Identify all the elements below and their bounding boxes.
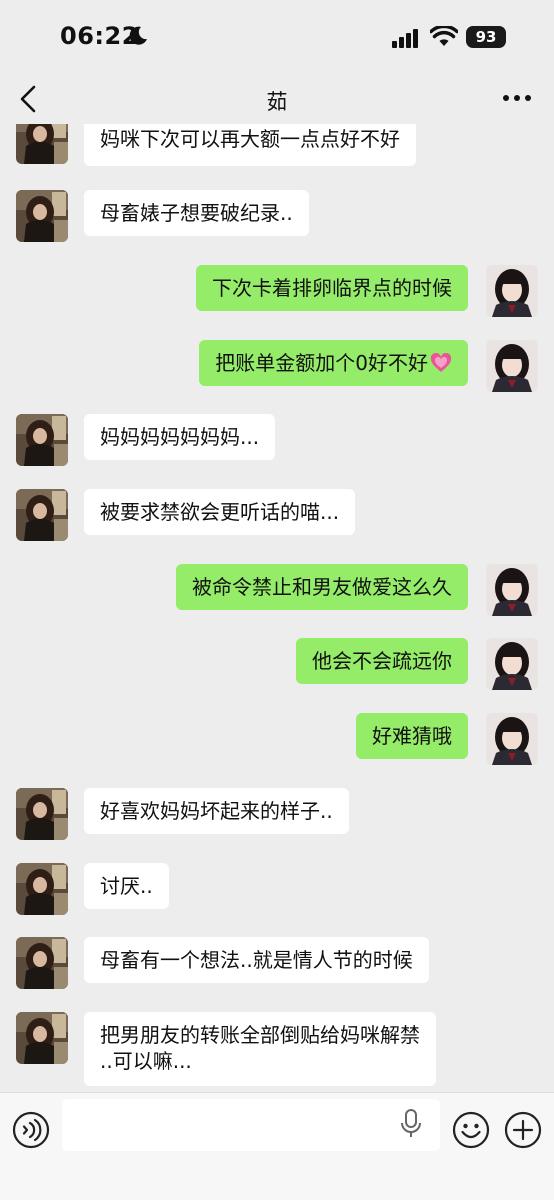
heart-emoji [430,353,452,372]
more-icon[interactable] [500,86,534,110]
message-incoming: 讨厌.. [0,863,554,919]
contact-avatar[interactable] [16,489,68,541]
user-avatar[interactable] [486,638,538,690]
message-bubble[interactable]: 他会不会疏远你 [296,638,468,684]
chat-title: 茹 [266,90,288,114]
battery-level: 93 [475,28,497,46]
user-avatar[interactable] [486,340,538,392]
message-incoming: 被要求禁欲会更听话的喵... [0,489,554,545]
plus-icon[interactable] [504,1111,542,1149]
input-bar [0,1092,554,1200]
contact-avatar[interactable] [16,937,68,989]
emoji-icon[interactable] [452,1111,490,1149]
chat-screen: 06:22 93 茹 妈咪下次可以再大额一点点好不好 母畜婊子想要破纪录.. 下… [0,0,554,1200]
message-outgoing: 好难猜哦 [0,713,554,769]
message-bubble[interactable]: 好喜欢妈妈坏起来的样子.. [84,788,349,834]
message-bubble[interactable]: 被要求禁欲会更听话的喵... [84,489,356,535]
signal-icon [392,29,418,48]
message-incoming: 母畜婊子想要破纪录.. [0,190,554,246]
message-bubble[interactable]: 妈妈妈妈妈妈妈... [84,414,276,460]
contact-avatar[interactable] [16,788,68,840]
message-input[interactable] [62,1099,440,1151]
message-incoming: 妈妈妈妈妈妈妈... [0,414,554,470]
contact-avatar[interactable] [16,124,68,164]
contact-avatar[interactable] [16,414,68,466]
message-bubble[interactable]: 好难猜哦 [356,713,468,759]
moon-icon [129,26,147,45]
status-bar: 06:22 93 [0,0,554,78]
mic-icon[interactable] [400,1109,422,1139]
message-bubble[interactable]: 被命令禁止和男友做爱这么久 [176,564,468,610]
message-outgoing: 把账单金额加个0好不好 [0,340,554,396]
message-text: 把账单金额加个0好不好 [215,351,428,375]
contact-avatar[interactable] [16,863,68,915]
user-avatar[interactable] [486,265,538,317]
message-outgoing: 下次卡着排卵临界点的时候 [0,265,554,321]
message-bubble[interactable]: 母畜婊子想要破纪录.. [84,190,309,236]
user-avatar[interactable] [486,713,538,765]
voice-icon[interactable] [12,1111,50,1149]
message-incoming: 好喜欢妈妈坏起来的样子.. [0,788,554,844]
message-list[interactable]: 妈咪下次可以再大额一点点好不好 母畜婊子想要破纪录.. 下次卡着排卵临界点的时候… [0,124,554,1092]
message-bubble[interactable]: 把账单金额加个0好不好 [199,340,468,386]
message-outgoing: 被命令禁止和男友做爱这么久 [0,564,554,620]
message-outgoing: 他会不会疏远你 [0,638,554,694]
wifi-icon [430,26,458,46]
message-text-line: 把男朋友的转账全部倒贴给妈咪解禁 [100,1023,420,1047]
message-text-line: ..可以嘛... [100,1049,192,1073]
message-bubble[interactable]: 下次卡着排卵临界点的时候 [196,265,468,311]
contact-avatar[interactable] [16,1012,68,1064]
message-incoming: 母畜有一个想法..就是情人节的时候 [0,937,554,993]
nav-bar: 茹 [0,78,554,124]
message-bubble[interactable]: 讨厌.. [84,863,169,909]
message-bubble[interactable]: 母畜有一个想法..就是情人节的时候 [84,937,429,983]
battery-icon: 93 [466,26,506,48]
message-bubble[interactable]: 把男朋友的转账全部倒贴给妈咪解禁 ..可以嘛... [84,1012,436,1086]
message-incoming: 把男朋友的转账全部倒贴给妈咪解禁 ..可以嘛... [0,1012,554,1092]
message-incoming: 妈咪下次可以再大额一点点好不好 [0,124,554,172]
user-avatar[interactable] [486,564,538,616]
contact-avatar[interactable] [16,190,68,242]
message-bubble[interactable]: 妈咪下次可以再大额一点点好不好 [84,124,416,166]
